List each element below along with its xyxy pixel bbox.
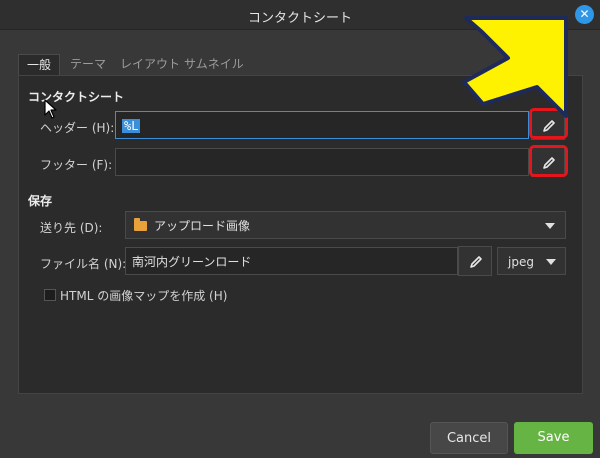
cancel-button[interactable]: Cancel: [430, 422, 508, 454]
pencil-icon: [470, 256, 482, 268]
destination-dropdown[interactable]: アップロード画像: [125, 211, 566, 239]
tab-thumbnail[interactable]: サムネイル: [176, 54, 252, 76]
folder-icon: [134, 218, 147, 231]
chevron-down-icon: [545, 223, 555, 229]
contact-sheet-section-title: コンタクトシート: [28, 90, 125, 104]
imagemap-checkbox[interactable]: [44, 289, 56, 301]
save-section-title: 保存: [28, 194, 53, 208]
destination-label: 送り先 (D):: [40, 221, 103, 235]
filename-input[interactable]: 南河内グリーンロード: [125, 247, 458, 275]
footer-edit-button[interactable]: [531, 147, 565, 177]
destination-value: アップロード画像: [154, 219, 251, 233]
format-value: jpeg: [508, 255, 534, 269]
tab-general[interactable]: 一般: [18, 54, 60, 76]
footer-label: フッター (F):: [40, 158, 113, 172]
header-label: ヘッダー (H):: [40, 121, 115, 135]
imagemap-label[interactable]: HTML の画像マップを作成 (H): [60, 287, 227, 304]
close-icon[interactable]: ✕: [575, 5, 594, 24]
format-dropdown[interactable]: jpeg: [497, 247, 566, 275]
tab-theme[interactable]: テーマ: [62, 54, 114, 76]
pencil-icon: [543, 157, 555, 169]
filename-label: ファイル名 (N):: [40, 257, 127, 271]
annotation-arrow-icon: [462, 16, 568, 118]
save-button[interactable]: Save: [514, 422, 593, 454]
filename-edit-button[interactable]: [458, 246, 492, 276]
mouse-cursor-icon: [44, 99, 57, 119]
footer-input[interactable]: [115, 148, 529, 176]
chevron-down-icon: [546, 259, 556, 265]
header-input-value: %L: [122, 119, 141, 133]
